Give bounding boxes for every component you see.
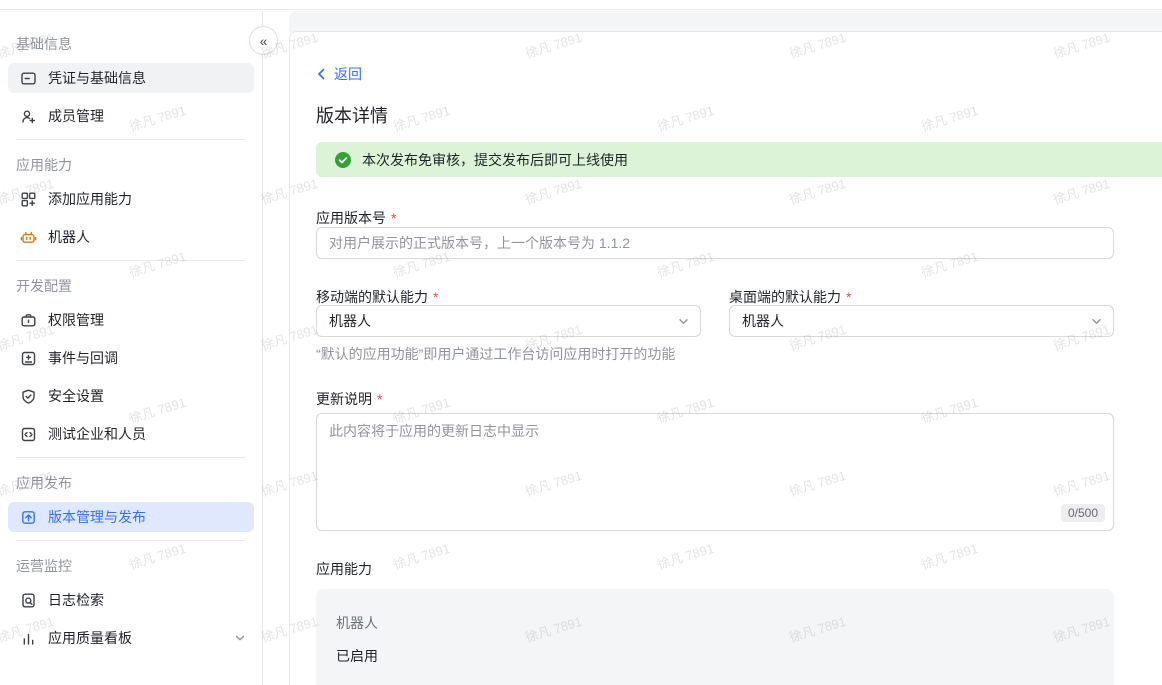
capability-status: 已启用 [336, 646, 1094, 666]
desktop-capability-select[interactable]: 机器人 [729, 305, 1114, 337]
page-title: 版本详情 [316, 102, 388, 128]
publish-icon [20, 509, 37, 526]
capabilities-title: 应用能力 [316, 559, 372, 579]
sidebar-item-test-company[interactable]: 测试企业和人员 [8, 419, 254, 449]
chevron-down-icon [677, 315, 690, 328]
sidebar-item-version-release[interactable]: 版本管理与发布 [8, 502, 254, 532]
sidebar-item-quality-dashboard[interactable]: 应用质量看板 [8, 623, 254, 653]
check-circle-icon [334, 151, 352, 169]
capability-name: 机器人 [336, 613, 1094, 633]
version-detail-card: 返回 版本详情 本次发布免审核，提交发布后即可上线使用 应用版本号* 移动端的默… [289, 31, 1162, 685]
app-console-page: 基础信息 凭证与基础信息 成员管理 应用能力 添加应用能力 机器人 [0, 0, 1162, 685]
sidebar-item-security[interactable]: 安全设置 [8, 381, 254, 411]
code-icon [20, 426, 37, 443]
sidebar-item-permissions[interactable]: 权限管理 [8, 305, 254, 335]
version-input[interactable] [316, 227, 1114, 259]
capabilities-panel: 机器人 已启用 [316, 589, 1114, 685]
member-add-icon [20, 108, 37, 125]
required-mark: * [433, 289, 438, 305]
top-hairline-bar [0, 0, 1162, 10]
sidebar-item-events[interactable]: 事件与回调 [8, 343, 254, 373]
bar-chart-icon [20, 630, 37, 647]
success-banner: 本次发布免审核，提交发布后即可上线使用 [316, 142, 1162, 177]
version-label: 应用版本号* [316, 208, 396, 228]
sidebar-section-monitoring: 运营监控 [16, 556, 246, 576]
sidebar-item-members[interactable]: 成员管理 [8, 101, 254, 131]
changelog-textarea[interactable] [316, 413, 1114, 531]
chevron-down-icon [234, 632, 246, 644]
chevron-left-icon [316, 68, 327, 80]
sidebar-item-log-search[interactable]: 日志检索 [8, 585, 254, 615]
sidebar-collapse-button[interactable]: « [249, 26, 278, 55]
robot-icon [20, 229, 37, 246]
sidebar-divider [16, 457, 246, 458]
mobile-capability-select[interactable]: 机器人 [316, 305, 701, 337]
back-link[interactable]: 返回 [316, 64, 362, 84]
desktop-capability-value: 机器人 [742, 311, 1090, 331]
log-search-icon [20, 592, 37, 609]
desktop-capability-label: 桌面端的默认能力* [729, 287, 851, 307]
success-banner-text: 本次发布免审核，提交发布后即可上线使用 [362, 150, 628, 170]
sidebar-section-basic-info: 基础信息 [16, 34, 246, 54]
event-callback-icon [20, 350, 37, 367]
briefcase-icon [20, 312, 37, 329]
sidebar-section-capabilities: 应用能力 [16, 155, 246, 175]
required-mark: * [377, 391, 382, 407]
sidebar-section-release: 应用发布 [16, 473, 246, 493]
sidebar-divider [16, 260, 246, 261]
sidebar-section-dev-config: 开发配置 [16, 276, 246, 296]
changelog-label: 更新说明* [316, 389, 382, 409]
add-capability-icon [20, 191, 37, 208]
back-link-label: 返回 [334, 64, 362, 84]
id-card-icon [20, 70, 37, 87]
sidebar-divider [16, 139, 246, 140]
mobile-capability-value: 机器人 [329, 311, 677, 331]
page-background-strip [289, 11, 1162, 32]
sidebar-item-credentials[interactable]: 凭证与基础信息 [8, 63, 254, 93]
changelog-field: 0/500 [316, 413, 1114, 531]
shield-check-icon [20, 388, 37, 405]
default-capability-hint: “默认的应用功能”即用户通过工作台访问应用时打开的功能 [316, 344, 675, 364]
char-counter: 0/500 [1061, 504, 1105, 522]
required-mark: * [391, 210, 396, 226]
sidebar-item-bot[interactable]: 机器人 [8, 222, 254, 252]
sidebar: 基础信息 凭证与基础信息 成员管理 应用能力 添加应用能力 机器人 [0, 11, 263, 685]
mobile-capability-label: 移动端的默认能力* [316, 287, 438, 307]
chevron-down-icon [1090, 315, 1103, 328]
sidebar-item-add-capability[interactable]: 添加应用能力 [8, 184, 254, 214]
sidebar-divider [16, 540, 246, 541]
required-mark: * [846, 289, 851, 305]
